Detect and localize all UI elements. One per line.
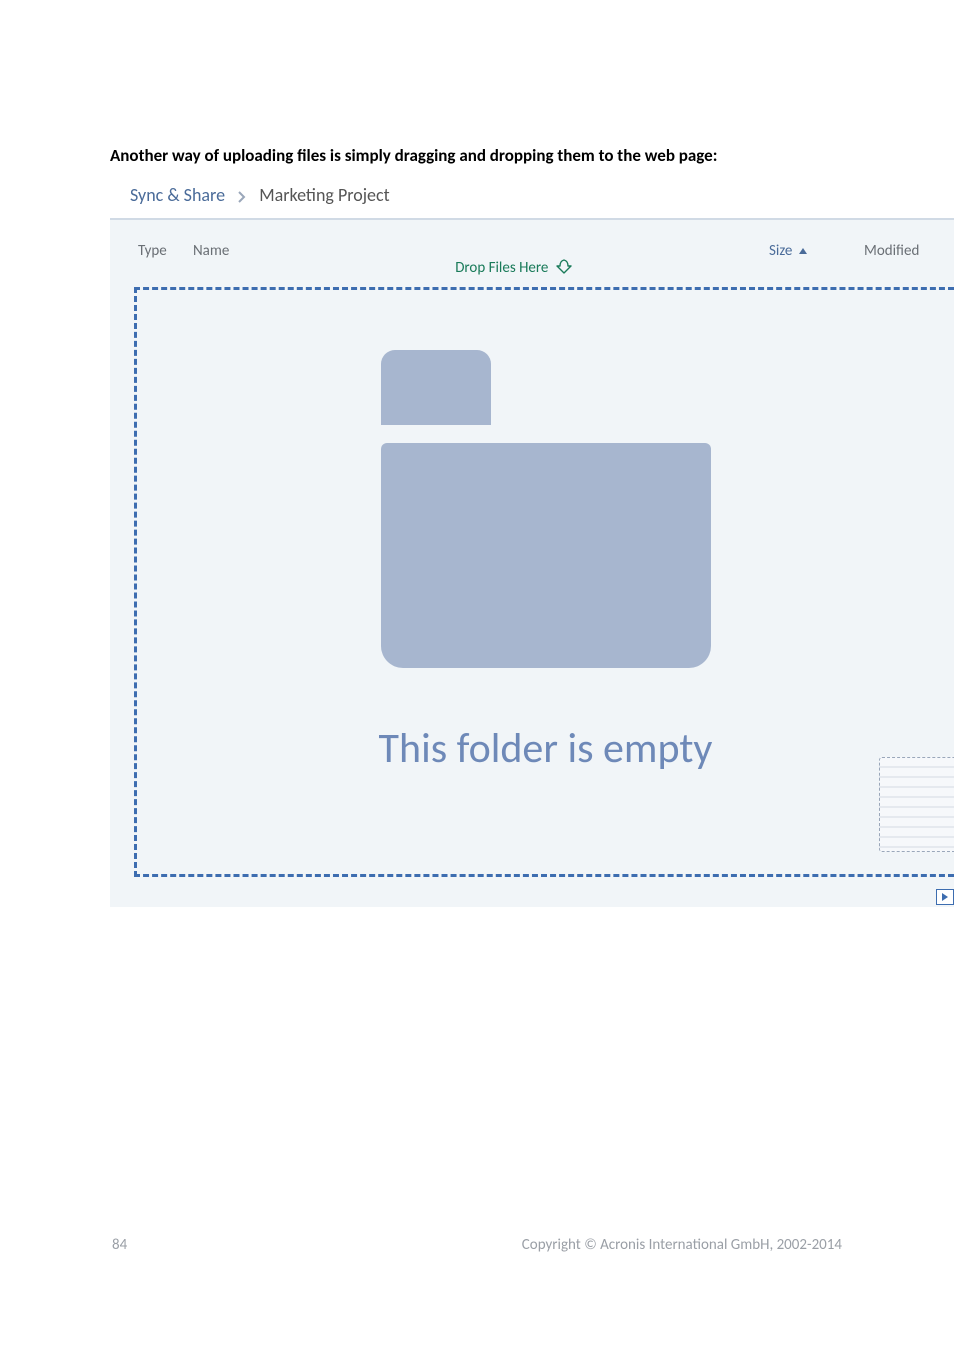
scroll-right-button[interactable]: [936, 889, 954, 905]
breadcrumb: Sync & Share Marketing Project: [0, 184, 954, 218]
empty-folder-icon: [381, 350, 711, 668]
page-footer: 84 Copyright © Acronis International Gmb…: [0, 1236, 954, 1254]
file-browser-frame: Type Name Size Modified Drop Files Here …: [110, 218, 954, 907]
chevron-right-icon: [237, 186, 247, 208]
instruction-text: Another way of uploading files is simply…: [0, 145, 954, 184]
column-header-size[interactable]: Size: [769, 242, 864, 260]
drop-files-label: Drop Files Here: [134, 258, 954, 277]
copyright-text: Copyright © Acronis International GmbH, …: [522, 1236, 842, 1254]
breadcrumb-root-link[interactable]: Sync & Share: [130, 184, 225, 206]
column-header-type[interactable]: Type: [138, 242, 193, 260]
column-header-size-label: Size: [769, 242, 792, 260]
page-number: 84: [112, 1236, 127, 1254]
arrow-right-icon: [942, 893, 948, 901]
table-header: Type Name Size Modified: [134, 238, 954, 260]
sort-ascending-icon: [799, 248, 807, 254]
breadcrumb-current: Marketing Project: [259, 184, 389, 206]
drop-files-text: Drop Files Here: [455, 259, 548, 277]
file-drop-zone[interactable]: This folder is empty: [134, 287, 954, 877]
download-arrow-icon: [555, 258, 573, 276]
column-header-modified[interactable]: Modified: [864, 242, 954, 260]
drag-file-preview-icon: [879, 757, 954, 852]
empty-folder-message: This folder is empty: [137, 723, 954, 774]
